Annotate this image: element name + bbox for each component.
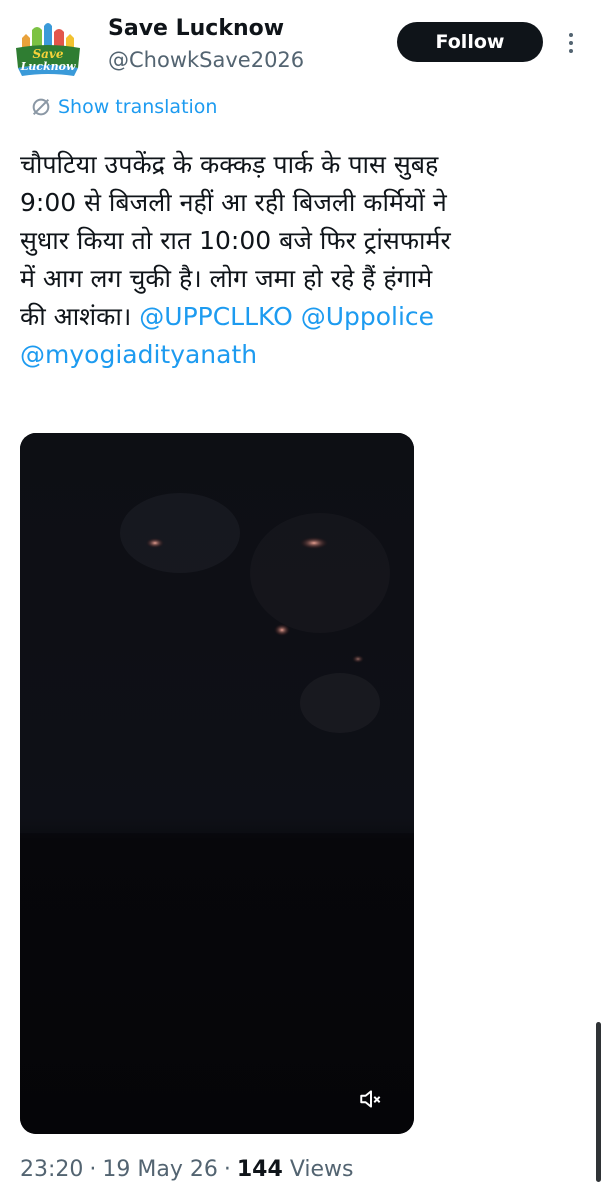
speaker-muted-icon	[360, 1090, 381, 1108]
tweet-date[interactable]: 19 May 26	[102, 1157, 217, 1182]
tweet-text: चौपटिया उपकेंद्र के कक्कड़ पार्क के पास …	[20, 146, 590, 374]
dot	[569, 49, 573, 53]
follow-button[interactable]: Follow	[397, 22, 543, 62]
tweet-meta: 23:20 · 19 May 26 · 144 Views	[20, 1157, 353, 1182]
mute-toggle[interactable]	[356, 1084, 386, 1114]
translate-icon	[32, 98, 50, 116]
tweet-line: सुधार किया तो रात 10:00 बजे फिर ट्रांसफा…	[20, 226, 451, 255]
tweet-line: चौपटिया उपकेंद्र के कक्कड़ पार्क के पास …	[20, 150, 439, 179]
avatar-text-bottom: Lucknow	[20, 60, 76, 73]
save-lucknow-logo: Save Lucknow	[16, 23, 80, 76]
video-player[interactable]	[20, 433, 414, 1134]
tweet-line: की आशंका। @UPPCLLKO @Uppolice	[20, 298, 590, 336]
tweet-line: @myogiadityanath	[20, 336, 590, 374]
display-name[interactable]: Save Lucknow	[108, 16, 284, 41]
views-label: Views	[289, 1157, 354, 1182]
tweet-line-text: की आशंका।	[20, 302, 140, 331]
tweet-line: 9:00 से बिजली नहीं आ रही बिजली कर्मियों …	[20, 188, 447, 217]
more-vertical-icon[interactable]	[560, 26, 582, 60]
tweet-detail-page: Save Lucknow Save Lucknow @ChowkSave2026…	[0, 0, 603, 1200]
show-translation-link[interactable]: Show translation	[30, 96, 217, 118]
dot	[569, 41, 573, 45]
tweet-time[interactable]: 23:20	[20, 1157, 83, 1182]
mention-link-uppolice[interactable]: @Uppolice	[301, 302, 434, 331]
scrollbar[interactable]	[596, 1022, 601, 1182]
avatar[interactable]: Save Lucknow	[10, 12, 86, 88]
dot	[569, 33, 573, 37]
separator: ·	[89, 1157, 97, 1182]
show-translation-label: Show translation	[58, 96, 218, 118]
video-frame	[20, 433, 414, 1134]
mention-link-myogiadityanath[interactable]: @myogiadityanath	[20, 340, 257, 369]
user-handle[interactable]: @ChowkSave2026	[108, 48, 304, 72]
views-count: 144	[236, 1157, 283, 1182]
avatar-text-top: Save	[32, 47, 63, 61]
separator: ·	[223, 1157, 231, 1182]
tweet-line: में आग लग चुकी है। लोग जमा हो रहे हैं हं…	[20, 264, 433, 293]
mention-link-uppclko[interactable]: @UPPCLLKO	[139, 302, 292, 331]
